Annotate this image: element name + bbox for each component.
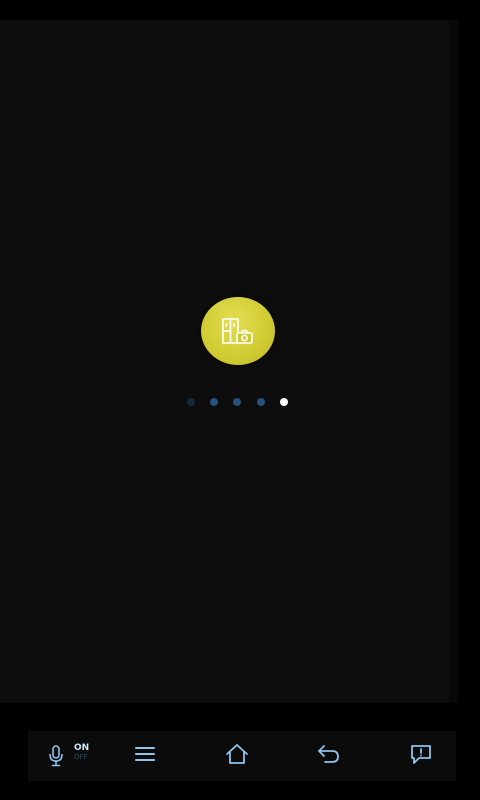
screen: ON OFF <box>0 0 480 800</box>
app-badge[interactable] <box>201 297 275 365</box>
voice-state-off-label: OFF <box>74 753 88 761</box>
menu-button[interactable] <box>115 731 175 781</box>
feedback-button[interactable] <box>391 731 451 781</box>
home-button[interactable] <box>207 731 267 781</box>
page-dot-4[interactable] <box>257 398 265 406</box>
building-camera-icon <box>218 315 258 347</box>
nav-bar-inner: ON OFF <box>28 731 456 781</box>
bottom-nav-bar: ON OFF <box>0 703 480 800</box>
feedback-icon <box>409 743 433 769</box>
page-dot-2[interactable] <box>210 398 218 406</box>
page-indicator <box>0 396 480 408</box>
page-dot-5-active[interactable] <box>280 398 288 406</box>
home-icon <box>225 743 249 769</box>
page-dot-1[interactable] <box>187 398 195 406</box>
microphone-icon <box>48 745 64 771</box>
page-dot-3[interactable] <box>233 398 241 406</box>
voice-toggle-button[interactable]: ON OFF <box>36 731 116 781</box>
side-strip <box>449 20 458 703</box>
menu-icon <box>134 745 156 767</box>
back-icon <box>317 743 341 769</box>
voice-state-on-label: ON <box>74 743 90 753</box>
back-button[interactable] <box>299 731 359 781</box>
